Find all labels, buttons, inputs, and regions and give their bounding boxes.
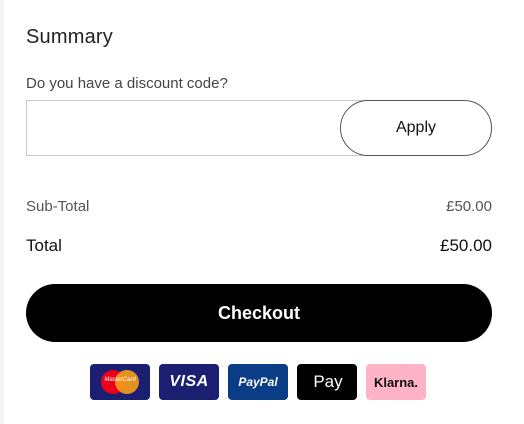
mastercard-wordmark: MasterCard <box>104 377 136 383</box>
discount-code-label: Do you have a discount code? <box>26 75 228 92</box>
apple-pay-wordmark: Pay <box>313 372 343 391</box>
total-label: Total <box>26 236 62 255</box>
total-value: £50.00 <box>440 236 492 255</box>
total-row: Total £50.00 <box>26 236 492 256</box>
subtotal-row: Sub-Total £50.00 <box>26 198 492 215</box>
mastercard-icon: MasterCard <box>90 364 150 400</box>
discount-code-input[interactable] <box>26 100 376 156</box>
mastercard-circles: MasterCard <box>101 370 139 394</box>
paypal-wordmark: PayPal <box>238 375 278 389</box>
apply-discount-button[interactable]: Apply <box>340 100 492 156</box>
visa-icon: VISA <box>159 364 219 400</box>
klarna-icon: Klarna. <box>366 364 426 400</box>
discount-code-row: Apply <box>26 100 492 156</box>
summary-panel: Summary Do you have a discount code? App… <box>0 0 524 424</box>
apple-pay-icon: Pay <box>297 364 357 400</box>
panel-edge-divider <box>0 0 4 424</box>
summary-title: Summary <box>26 26 113 48</box>
payment-methods: MasterCard VISA PayPal Pay Klarna. <box>90 364 426 400</box>
paypal-icon: PayPal <box>228 364 288 400</box>
checkout-button[interactable]: Checkout <box>26 284 492 342</box>
subtotal-label: Sub-Total <box>26 198 90 215</box>
visa-wordmark: VISA <box>169 373 209 390</box>
subtotal-value: £50.00 <box>446 198 492 215</box>
klarna-wordmark: Klarna. <box>373 374 419 390</box>
